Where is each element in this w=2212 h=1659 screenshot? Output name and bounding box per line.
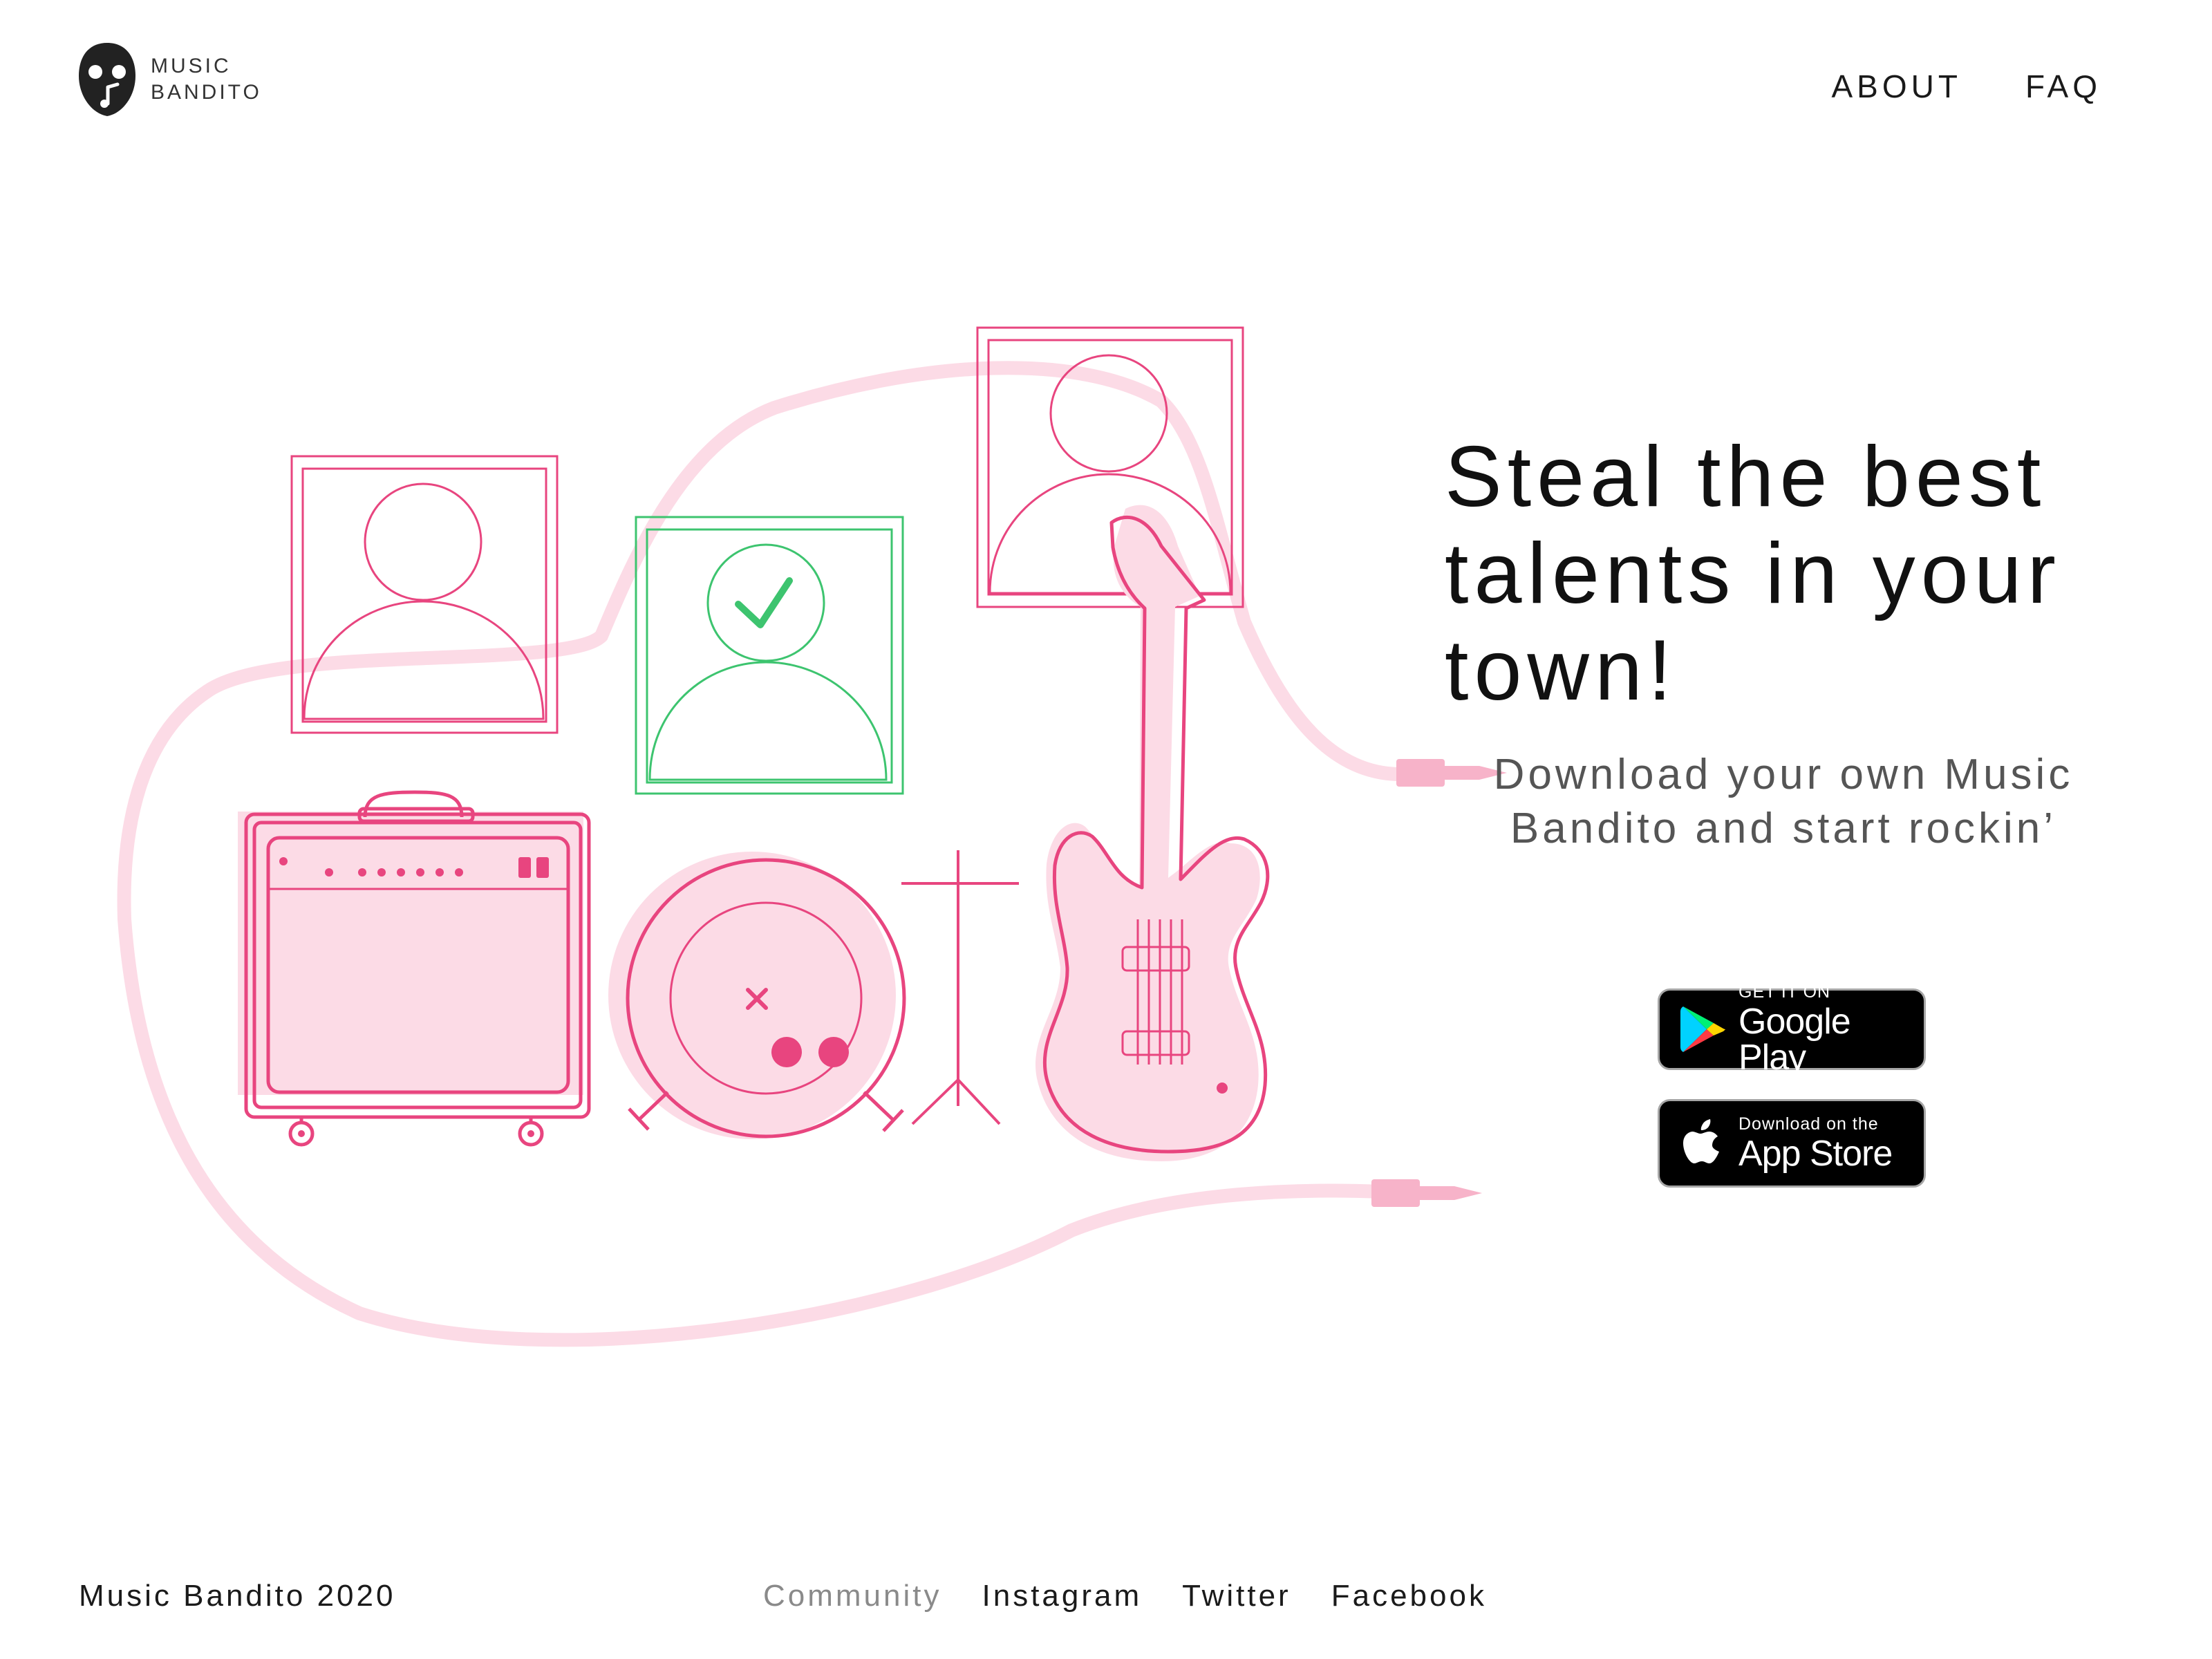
footer-links: Community Instagram Twitter Facebook <box>763 1579 1487 1613</box>
amplifier <box>238 790 591 1147</box>
jack-plug-bottom <box>1371 1179 1482 1207</box>
google-play-button[interactable]: GET IT ON Google Play <box>1658 983 1926 1076</box>
footer-instagram-link[interactable]: Instagram <box>982 1579 1143 1613</box>
footer-facebook-link[interactable]: Facebook <box>1331 1579 1487 1613</box>
apple-icon <box>1683 1119 1719 1163</box>
hero-headline: Steal the best talents in your town! <box>1445 429 2061 718</box>
google-play-big-label: Google Play <box>1738 1001 1851 1078</box>
nav-about-link[interactable]: ABOUT <box>1832 68 1962 105</box>
app-store-big-label: App Store <box>1738 1133 1893 1174</box>
mic-stand <box>901 850 1019 1125</box>
bass-drum <box>608 852 906 1139</box>
app-store-button[interactable]: Download on the App Store <box>1658 1099 1926 1188</box>
nav-faq-link[interactable]: FAQ <box>2025 68 2101 105</box>
google-play-icon <box>1680 1006 1725 1052</box>
profile-frame-selected <box>635 516 904 795</box>
footer-copyright: Music Bandito 2020 <box>79 1579 396 1613</box>
google-play-small-label: GET IT ON <box>1738 982 1831 1002</box>
hero-illustration <box>117 326 1507 1347</box>
footer-twitter-link[interactable]: Twitter <box>1182 1579 1291 1613</box>
app-store-small-label: Download on the <box>1738 1114 1879 1134</box>
top-nav: ABOUT FAQ <box>1832 68 2102 105</box>
footer-community-link[interactable]: Community <box>763 1579 942 1613</box>
hero-subtitle: Download your own Music Bandito and star… <box>1493 751 2074 852</box>
profile-frame-left <box>290 455 559 734</box>
